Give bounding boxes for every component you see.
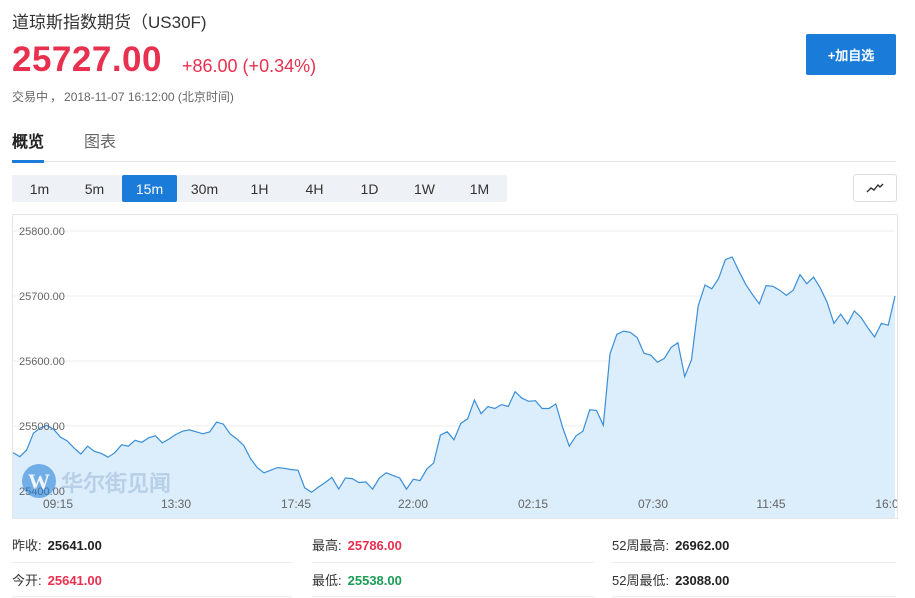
interval-5m[interactable]: 5m — [67, 175, 122, 202]
stat-low: 最低: 25538.00 — [312, 570, 402, 589]
stat-label: 最高: — [312, 538, 342, 553]
last-price: 25727.00 — [12, 40, 162, 79]
stat-value: 25641.00 — [47, 573, 102, 588]
line-chart-icon — [866, 183, 884, 193]
stat-label: 今开: — [12, 573, 42, 588]
y-tick-label: 25800.00 — [19, 226, 65, 238]
svg-text:W: W — [28, 469, 50, 494]
y-tick-label: 25700.00 — [19, 291, 65, 303]
view-tabs: 概览 图表 — [12, 128, 896, 163]
timestamp: 2018-11-07 16:12:00 — [64, 90, 175, 104]
stat-value: 25786.00 — [347, 538, 402, 553]
instrument-title: 道琼斯指数期货（US30F) — [12, 13, 207, 32]
x-tick-label: 17:45 — [281, 497, 311, 511]
interval-1d[interactable]: 1D — [342, 175, 397, 202]
interval-4h[interactable]: 4H — [287, 175, 342, 202]
stat-value: 23088.00 — [675, 573, 730, 588]
price-chart-svg: 25800.0025700.0025600.0025500.0025400.00… — [13, 226, 897, 518]
x-tick-label: 02:15 — [518, 497, 548, 511]
interval-1h[interactable]: 1H — [232, 175, 287, 202]
price-chart[interactable]: 25800.0025700.0025600.0025500.0025400.00… — [12, 214, 898, 519]
tab-overview[interactable]: 概览 — [12, 128, 45, 163]
interval-30m[interactable]: 30m — [177, 175, 232, 202]
watermark-text: 华尔街见闻 — [61, 471, 171, 497]
stat-high: 最高: 25786.00 — [312, 535, 402, 554]
stat-label: 52周最低: — [612, 573, 670, 588]
interval-15m[interactable]: 15m — [122, 175, 177, 202]
stat-label: 昨收: — [12, 538, 42, 553]
y-tick-label: 25600.00 — [19, 356, 65, 368]
x-tick-label: 09:15 — [43, 497, 73, 511]
interval-1m[interactable]: 1m — [12, 175, 67, 202]
x-tick-label: 16:0 — [875, 497, 897, 511]
stat-prev-close: 昨收: 25641.00 — [12, 535, 102, 554]
stat-value: 26962.00 — [675, 538, 730, 553]
tab-chart[interactable]: 图表 — [84, 128, 116, 160]
price-change: +86.00 (+0.34%) — [182, 56, 317, 76]
stat-value: 25641.00 — [47, 538, 102, 553]
x-tick-label: 22:00 — [398, 497, 428, 511]
interval-selector: 1m 5m 15m 30m 1H 4H 1D 1W 1M — [12, 175, 507, 202]
add-to-watchlist-button[interactable]: +加自选 — [806, 34, 896, 75]
status-label: 交易中 — [12, 90, 49, 104]
stat-label: 52周最高: — [612, 538, 670, 553]
x-tick-label: 11:45 — [756, 497, 785, 511]
x-tick-label: 13:30 — [161, 497, 191, 511]
chart-type-button[interactable] — [853, 174, 897, 202]
timezone-label: (北京时间) — [177, 90, 234, 104]
y-tick-label: 25500.00 — [19, 421, 65, 433]
interval-1mo[interactable]: 1M — [452, 175, 507, 202]
stat-value: 25538.00 — [347, 573, 402, 588]
x-tick-label: 07:30 — [638, 497, 668, 511]
interval-1w[interactable]: 1W — [397, 175, 452, 202]
stat-label: 最低: — [312, 573, 342, 588]
stat-52w-low: 52周最低: 23088.00 — [612, 570, 729, 589]
stat-52w-high: 52周最高: 26962.00 — [612, 535, 729, 554]
trading-status: 交易中， 2018-11-07 16:12:00 (北京时间) — [12, 90, 234, 104]
stat-open: 今开: 25641.00 — [12, 570, 102, 589]
